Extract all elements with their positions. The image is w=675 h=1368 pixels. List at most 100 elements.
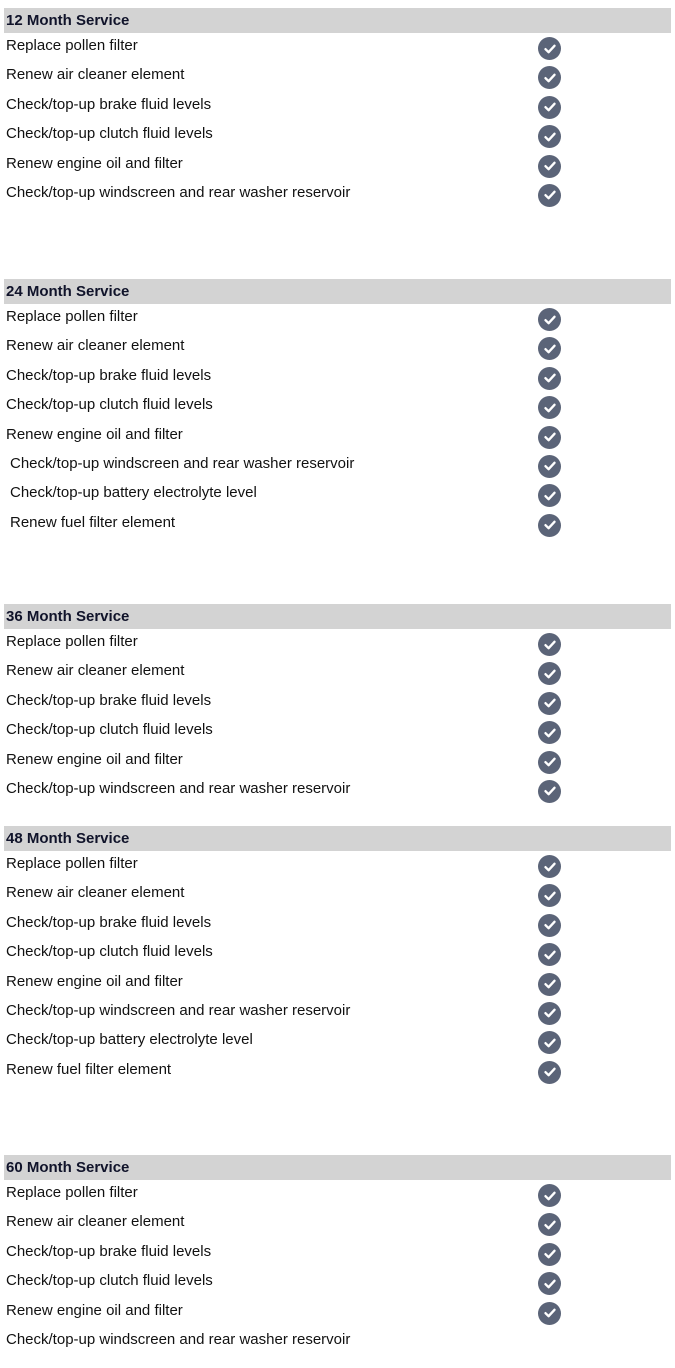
- item-label: Renew air cleaner element: [6, 1213, 185, 1231]
- item-label: Renew engine oil and filter: [6, 972, 183, 990]
- list-item: Replace pollen filter: [4, 851, 671, 880]
- list-item: Check/top-up windscreen and rear washer …: [4, 180, 671, 209]
- check-circle-icon: [538, 66, 561, 90]
- section-24-month: 24 Month Service Replace pollen filter R…: [4, 279, 671, 539]
- check-circle-icon: [538, 1272, 561, 1296]
- list-item: Check/top-up windscreen and rear washer …: [4, 451, 671, 480]
- item-label: Replace pollen filter: [6, 1184, 138, 1201]
- check-circle-icon: [538, 125, 561, 149]
- item-label: Check/top-up windscreen and rear washer …: [6, 183, 351, 201]
- list-item: Check/top-up clutch fluid levels: [4, 121, 671, 150]
- item-label: Check/top-up clutch fluid levels: [6, 125, 213, 143]
- check-circle-icon: [538, 454, 561, 478]
- item-label: Check/top-up brake fluid levels: [6, 1242, 212, 1260]
- check-circle-icon: [538, 396, 561, 420]
- list-item: Check/top-up brake fluid levels: [4, 1239, 671, 1268]
- item-label: Check/top-up windscreen and rear washer …: [6, 1330, 351, 1348]
- list-item: Check/top-up clutch fluid levels: [4, 939, 671, 968]
- section-48-month: 48 Month Service Replace pollen filter R…: [4, 826, 671, 1086]
- check-circle-icon: [538, 750, 561, 774]
- list-item: Replace pollen filter: [4, 304, 671, 333]
- list-item: Check/top-up clutch fluid levels: [4, 717, 671, 746]
- item-label: Renew air cleaner element: [6, 337, 185, 355]
- check-circle-icon: [538, 779, 561, 803]
- item-label: Check/top-up clutch fluid levels: [6, 1272, 213, 1290]
- check-circle-icon: [538, 37, 561, 60]
- item-label: Renew engine oil and filter: [6, 425, 183, 443]
- item-label: Replace pollen filter: [6, 37, 138, 54]
- item-label: Check/top-up windscreen and rear washer …: [10, 454, 355, 472]
- list-item: Renew engine oil and filter: [4, 747, 671, 776]
- list-item: Renew air cleaner element: [4, 62, 671, 91]
- list-item: Check/top-up windscreen and rear washer …: [4, 998, 671, 1027]
- check-circle-icon: [538, 721, 561, 745]
- list-item: Renew air cleaner element: [4, 1209, 671, 1238]
- item-label: Renew engine oil and filter: [6, 1301, 183, 1319]
- check-circle-icon: [538, 1031, 561, 1055]
- item-label: Check/top-up clutch fluid levels: [6, 943, 213, 961]
- list-item: Replace pollen filter: [4, 33, 671, 62]
- list-item: Check/top-up brake fluid levels: [4, 688, 671, 717]
- item-label: Renew fuel filter element: [10, 513, 176, 531]
- list-item: Check/top-up clutch fluid levels: [4, 392, 671, 421]
- list-item: Renew air cleaner element: [4, 658, 671, 687]
- section-36-month: 36 Month Service Replace pollen filter R…: [4, 604, 671, 805]
- check-circle-icon: [538, 337, 561, 361]
- check-circle-icon: [538, 95, 561, 119]
- list-item: Replace pollen filter: [4, 1180, 671, 1209]
- section-header: 60 Month Service: [4, 1155, 671, 1180]
- item-label: Renew fuel filter element: [6, 1060, 172, 1078]
- item-label: Renew air cleaner element: [6, 66, 185, 84]
- check-circle-icon: [538, 1301, 561, 1325]
- list-item: Renew air cleaner element: [4, 333, 671, 362]
- item-label: Check/top-up windscreen and rear washer …: [6, 1001, 351, 1019]
- item-label: Check/top-up clutch fluid levels: [6, 721, 213, 739]
- check-circle-icon: [538, 1060, 561, 1084]
- item-label: Check/top-up clutch fluid levels: [6, 396, 213, 414]
- list-item: Check/top-up brake fluid levels: [4, 92, 671, 121]
- check-circle-icon: [538, 633, 561, 656]
- section-60-month: 60 Month Service Replace pollen filter R…: [4, 1155, 671, 1356]
- item-label: Renew air cleaner element: [6, 662, 185, 680]
- check-circle-icon: [538, 972, 561, 996]
- check-circle-icon: [538, 855, 561, 878]
- item-label: Check/top-up battery electrolyte level: [6, 1031, 253, 1049]
- item-label: Replace pollen filter: [6, 633, 138, 650]
- item-label: Renew engine oil and filter: [6, 154, 183, 172]
- check-circle-icon: [538, 1184, 561, 1207]
- section-header: 12 Month Service: [4, 8, 671, 33]
- check-circle-icon: [538, 662, 561, 686]
- check-circle-icon: [538, 1213, 561, 1237]
- check-circle-icon: [538, 691, 561, 715]
- check-circle-icon: [538, 943, 561, 967]
- list-item: Check/top-up brake fluid levels: [4, 363, 671, 392]
- section-header: 24 Month Service: [4, 279, 671, 304]
- check-circle-icon: [538, 884, 561, 908]
- list-item: Renew engine oil and filter: [4, 1298, 671, 1327]
- list-item: Renew engine oil and filter: [4, 151, 671, 180]
- check-circle-icon: [538, 366, 561, 390]
- section-12-month: 12 Month Service Replace pollen filter R…: [4, 8, 671, 209]
- item-label: Replace pollen filter: [6, 308, 138, 325]
- item-label: Renew engine oil and filter: [6, 750, 183, 768]
- list-item: Check/top-up windscreen and rear washer …: [4, 1327, 671, 1356]
- check-circle-icon: [538, 308, 561, 331]
- list-item: Renew engine oil and filter: [4, 969, 671, 998]
- item-label: Renew air cleaner element: [6, 884, 185, 902]
- section-header: 36 Month Service: [4, 604, 671, 629]
- list-item: Renew air cleaner element: [4, 880, 671, 909]
- list-item: Renew fuel filter element: [4, 510, 671, 539]
- check-circle-icon: [538, 913, 561, 937]
- item-label: Check/top-up brake fluid levels: [6, 366, 212, 384]
- list-item: Check/top-up clutch fluid levels: [4, 1268, 671, 1297]
- check-circle-icon: [538, 1001, 561, 1025]
- list-item: Check/top-up battery electrolyte level: [4, 1027, 671, 1056]
- list-item: Check/top-up windscreen and rear washer …: [4, 776, 671, 805]
- check-circle-icon: [538, 513, 561, 537]
- list-item: Renew engine oil and filter: [4, 422, 671, 451]
- check-circle-icon: [538, 183, 561, 207]
- item-label: Check/top-up brake fluid levels: [6, 95, 212, 113]
- section-header: 48 Month Service: [4, 826, 671, 851]
- check-circle-icon: [538, 425, 561, 449]
- item-label: Check/top-up battery electrolyte level: [10, 484, 257, 502]
